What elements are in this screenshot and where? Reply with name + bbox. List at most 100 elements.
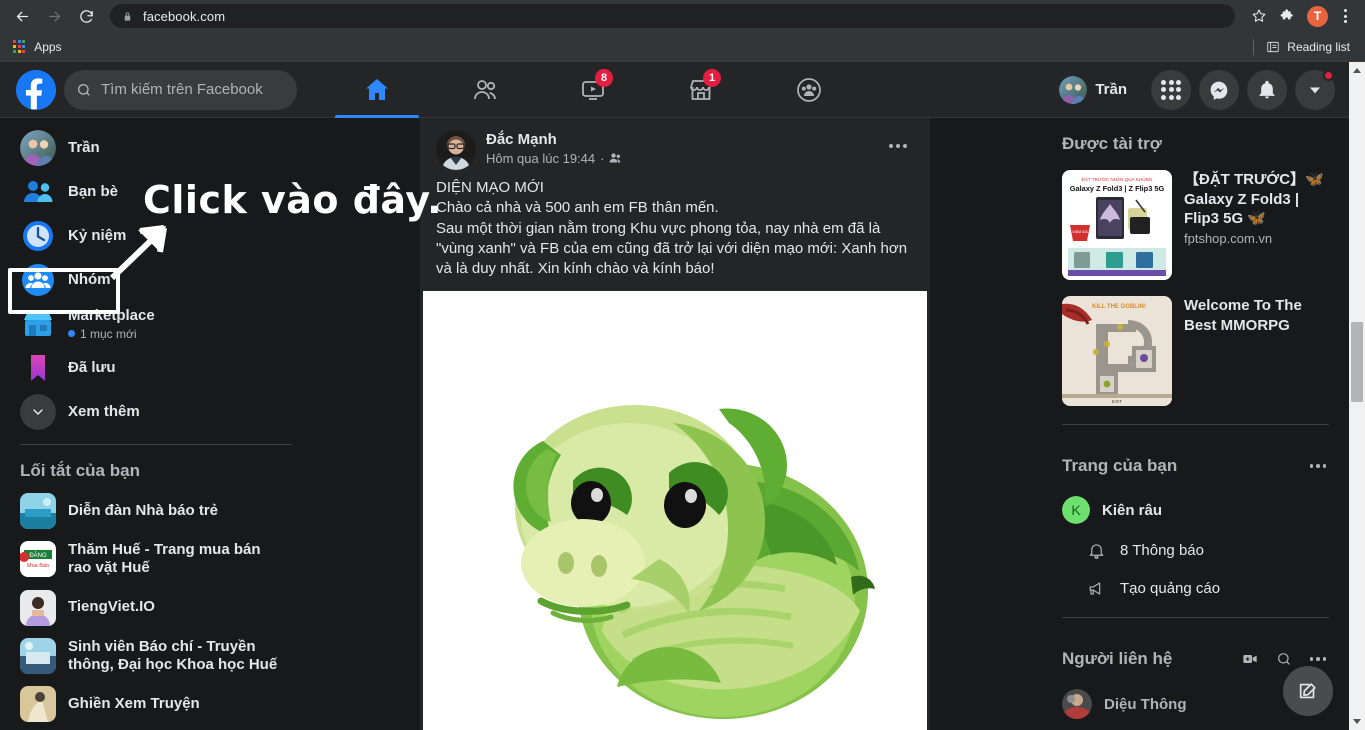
groups-icon (20, 262, 56, 298)
account-alert-dot (1323, 69, 1334, 81)
chevron-down-icon (1310, 87, 1320, 93)
pages-section-header: Trang của bạn (1058, 435, 1333, 489)
create-ad-row[interactable]: Tạo quảng cáo (1058, 569, 1333, 607)
right-sidebar: Được tài trợ ĐẶT TRƯỚC NHẬN QUÀ KHỦNG Gal… (1042, 118, 1349, 730)
meta-separator: · (600, 150, 605, 166)
sidebar-item-see-more[interactable]: Xem thêm (8, 390, 296, 434)
page-row[interactable]: K Kiên râu (1058, 489, 1333, 531)
shortcut-item[interactable]: Ghiền Xem Truyện (8, 680, 296, 728)
sponsored-ad[interactable]: ĐẶT TRƯỚC NHẬN QUÀ KHỦNG Galaxy Z Fold3 |… (1058, 162, 1333, 288)
shortcut-label: TiengViet.IO (68, 598, 155, 616)
bookmark-star-button[interactable] (1246, 3, 1272, 29)
ad-title[interactable]: Welcome To The Best MMORPG (1184, 296, 1329, 335)
pages-actions (1303, 451, 1333, 481)
shortcut-label: Thăm Huế - Trang mua bán rao vặt Huế (68, 541, 261, 577)
compose-icon (1299, 683, 1316, 699)
sponsored-ad[interactable]: KILL THE GOBLIN! EXIT Welcome To The Best… (1058, 288, 1333, 414)
scrollbar-thumb[interactable] (1351, 322, 1363, 402)
more-options-icon (1308, 464, 1328, 468)
ad-title[interactable]: 【ĐẶT TRƯỚC】🦋 Galaxy Z Fold3 | Flip3 5G 🦋 (1184, 170, 1329, 229)
sidebar-item-marketplace[interactable]: Marketplace 1 mục mới (8, 302, 296, 346)
megaphone-icon (1084, 576, 1108, 600)
divider (1253, 38, 1255, 55)
browser-menu-button[interactable] (1334, 9, 1356, 23)
video-plus-icon (1243, 655, 1257, 663)
more-options-icon (1308, 657, 1328, 661)
shortcut-item[interactable]: ĐĂNG Mua Bán Thăm Huế - Trang mua bán rao… (8, 535, 296, 584)
svg-text:KILL THE GOBLIN!: KILL THE GOBLIN! (1092, 304, 1146, 310)
messenger-button[interactable] (1199, 69, 1239, 110)
tab-marketplace[interactable]: 1 (647, 62, 755, 118)
svg-text:K: K (1071, 502, 1081, 518)
star-icon (1252, 9, 1266, 22)
facebook-navbar: Tìm kiếm trên Facebook 8 1 Trần (0, 62, 1349, 118)
post-more-button[interactable] (882, 130, 914, 162)
avatar (1059, 75, 1088, 104)
search-icon (1278, 653, 1290, 665)
bell-icon (1259, 80, 1275, 98)
shortcut-thumbnail (20, 493, 56, 529)
ad-text: Welcome To The Best MMORPG (1184, 296, 1329, 406)
tab-watch[interactable]: 8 (539, 62, 647, 118)
post-author-name[interactable]: Đắc Mạnh (486, 130, 621, 150)
post-author-avatar[interactable] (436, 130, 476, 170)
post-image[interactable] (423, 291, 927, 730)
post-header-text: Đắc Mạnh Hôm qua lúc 19:44 · (486, 130, 621, 166)
reload-button[interactable] (72, 2, 100, 30)
divider (1062, 617, 1329, 618)
svg-text:ĐĂNG: ĐĂNG (29, 552, 47, 559)
tab-friends[interactable] (431, 62, 539, 118)
scroll-up-arrow[interactable] (1349, 62, 1365, 79)
sponsored-heading: Được tài trợ (1062, 134, 1162, 153)
shortcut-item[interactable]: Sinh viên Báo chí - Truyền thông, Đại họ… (8, 632, 296, 681)
sidebar-item-saved[interactable]: Đã lưu (8, 346, 296, 390)
sidebar-item-label: Trần (68, 138, 100, 156)
sidebar-item-profile[interactable]: Trần (8, 126, 296, 170)
page-scrollbar[interactable] (1349, 62, 1365, 730)
marketplace-badge: 1 (703, 68, 721, 87)
shortcut-item[interactable]: TiengViet.IO (8, 584, 296, 632)
create-ad-label: Tạo quảng cáo (1120, 579, 1221, 597)
apps-grid-icon (13, 40, 26, 53)
notifications-button[interactable] (1247, 69, 1287, 110)
divider (1062, 424, 1329, 425)
contact-row[interactable]: Chân Trời Mới (1058, 726, 1333, 730)
contact-avatar (1062, 689, 1092, 719)
facebook-logo[interactable] (16, 69, 56, 110)
page-avatar: K (1062, 496, 1090, 524)
user-avatar (20, 130, 56, 166)
search-input[interactable]: Tìm kiếm trên Facebook (64, 69, 297, 110)
post-timestamp[interactable]: Hôm qua lúc 19:44 (486, 151, 595, 166)
bookmark-icon (20, 350, 56, 386)
shortcut-item[interactable]: Diễn đàn Nhà báo trẻ (8, 487, 296, 535)
back-arrow-icon (16, 11, 28, 21)
address-bar[interactable]: facebook.com (110, 4, 1235, 28)
extensions-button[interactable] (1275, 3, 1301, 29)
tab-home[interactable] (323, 62, 431, 118)
nav-right-actions: Trần (1047, 69, 1349, 110)
video-room-button[interactable] (1235, 644, 1265, 674)
scroll-down-arrow[interactable] (1349, 79, 1365, 724)
bookmarks-bar-right: Reading list (1253, 38, 1356, 55)
sidebar-item-label: Đã lưu (68, 358, 116, 376)
nav-profile-button[interactable]: Trần (1047, 72, 1135, 108)
back-button[interactable] (8, 2, 36, 30)
menu-button[interactable] (1151, 69, 1191, 110)
svg-text:Mua Bán: Mua Bán (27, 563, 49, 569)
compose-message-button[interactable] (1283, 666, 1333, 716)
forward-button[interactable] (40, 2, 68, 30)
browser-profile-avatar[interactable]: T (1307, 5, 1328, 27)
account-button[interactable] (1295, 69, 1335, 110)
page-notifications-row[interactable]: 8 Thông báo (1058, 531, 1333, 569)
watch-badge: 8 (595, 68, 613, 87)
url-text: facebook.com (143, 8, 226, 24)
reading-list-button[interactable]: Reading list (1266, 40, 1356, 54)
pages-more-button[interactable] (1303, 451, 1333, 481)
svg-text:GIẢM GIÁ: GIẢM GIÁ (1072, 229, 1088, 234)
new-indicator-dot (68, 330, 75, 338)
bell-icon (1084, 538, 1108, 562)
bookmark-apps[interactable]: Apps (34, 40, 61, 54)
nav-tabs: 8 1 (323, 62, 863, 118)
tab-groups[interactable] (755, 62, 863, 118)
svg-text:Galaxy Z Fold3 | Z Flip3 5G: Galaxy Z Fold3 | Z Flip3 5G (1070, 184, 1165, 193)
